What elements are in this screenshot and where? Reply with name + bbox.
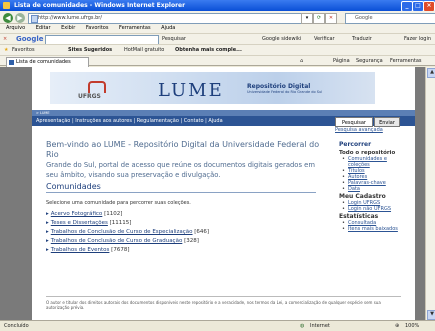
tools-menu[interactable]: Ferramentas: [390, 56, 422, 67]
site-header: UFRGS LUME Repositório Digital Universid…: [32, 67, 415, 110]
sidebar-item-data[interactable]: Data: [339, 186, 409, 192]
community-link[interactable]: Trabalhos de Conclusão de Curso de Gradu…: [51, 238, 183, 244]
zoom-icon[interactable]: ⊕: [395, 321, 399, 331]
globe-icon: ◍: [300, 323, 305, 329]
bullet-icon: ▸: [46, 211, 49, 217]
community-count: [1102]: [104, 211, 123, 217]
site-nav-bar: Apresentação | Instruções aos autores | …: [32, 116, 415, 127]
bullet-icon: ▸: [46, 238, 49, 244]
address-text: http://www.lume.ufrgs.br/: [38, 15, 102, 21]
scroll-up-icon[interactable]: ▲: [427, 68, 435, 78]
menu-ajuda[interactable]: Ajuda: [161, 25, 175, 31]
bullet-icon: ▸: [46, 229, 49, 235]
footer-text: O autor e titular dos direitos autorais …: [46, 300, 381, 310]
menu-ferramentas[interactable]: Ferramentas: [119, 25, 151, 31]
list-item: ▸ Teses e Dissertações [11115]: [46, 219, 316, 228]
community-link[interactable]: Trabalhos de Conclusão de Curso de Espec…: [51, 229, 193, 235]
community-count: [646]: [194, 229, 210, 235]
window-title-bar: Lista de comunidades - Windows Internet …: [0, 0, 435, 12]
window-title: Lista de comunidades - Windows Internet …: [14, 2, 186, 9]
ie-icon: [3, 2, 10, 9]
communities-divider: [46, 192, 316, 193]
list-item: ▸ Trabalhos de Conclusão de Curso de Grad…: [46, 237, 316, 246]
menu-arquivo[interactable]: Arquivo: [6, 25, 25, 31]
tab-page-icon: [9, 60, 14, 65]
lume-logo[interactable]: LUME: [158, 80, 224, 101]
advanced-search-link[interactable]: Pesquisa avançada: [335, 127, 383, 133]
sidebar-item-comunidades[interactable]: Comunidades e coleções: [339, 156, 409, 168]
favorites-bar: ★ Favoritos Sites Sugeridos HotMail grat…: [0, 44, 435, 55]
status-text: Concluído: [4, 323, 29, 329]
community-count: [11115]: [109, 220, 132, 226]
status-bar: Concluído ◍ Internet ⊕ 100%: [0, 320, 435, 331]
forward-button[interactable]: ▶: [15, 13, 25, 23]
welcome-text: Bem-vindo ao LUME - Repositório Digital …: [46, 140, 321, 180]
page-menu[interactable]: Página: [333, 56, 350, 67]
home-icon[interactable]: ⌂: [300, 56, 303, 67]
sidebar-estatisticas: Estatísticas: [339, 213, 379, 220]
search-box-value: Google: [355, 15, 373, 21]
menu-bar: Arquivo Editar Exibir Favoritos Ferramen…: [0, 24, 435, 33]
site-nav-links[interactable]: Apresentação | Instruções aos autores | …: [36, 116, 223, 126]
welcome-line-2: Grande do Sul, portal de acesso que reún…: [46, 161, 315, 179]
menu-exibir[interactable]: Exibir: [61, 25, 75, 31]
community-count: [328]: [184, 238, 199, 244]
sidebar-percorrer: Percorrer: [339, 141, 372, 148]
browser-search-box[interactable]: Google: [345, 13, 435, 24]
address-row: ◀ ▶ http://www.lume.ufrgs.br/ ▾ ⟳ ✕ Goog…: [0, 11, 435, 24]
communities-title: Comunidades: [46, 182, 101, 191]
bullet-icon: ▸: [46, 220, 49, 226]
community-link[interactable]: Acervo Fotográfico: [51, 211, 103, 217]
list-item: ▸ Trabalhos de Conclusão de Curso de Espe…: [46, 228, 316, 237]
stop-icon[interactable]: ✕: [325, 13, 337, 24]
security-menu[interactable]: Segurança: [356, 56, 383, 67]
refresh-icon[interactable]: ⟳: [313, 13, 325, 24]
google-toolbar: × Google Pesquisar Google sidewiki Verif…: [0, 33, 435, 46]
scroll-down-icon[interactable]: ▼: [427, 310, 435, 320]
menu-editar[interactable]: Editar: [36, 25, 51, 31]
page-icon: [31, 15, 38, 23]
dropdown-arrow-button[interactable]: ▾: [301, 13, 313, 24]
repo-title: Repositório Digital: [247, 83, 311, 90]
community-count: [7678]: [111, 247, 130, 253]
vertical-scrollbar[interactable]: ▲ ▼: [425, 67, 435, 320]
ufrgs-logo-text[interactable]: UFRGS: [78, 93, 101, 100]
sidebar-item-login-nao-ufrgs[interactable]: Login não UFRGS: [339, 206, 409, 212]
sidebar-item-mais-baixados[interactable]: Itens mais baixados: [339, 226, 409, 232]
web-page: UFRGS LUME Repositório Digital Universid…: [32, 67, 415, 320]
welcome-line-1: Bem-vindo ao LUME - Repositório Digital …: [46, 140, 320, 159]
tab-row: Lista de comunidades ⌂ Página Segurança …: [0, 55, 435, 68]
menu-favoritos[interactable]: Favoritos: [86, 25, 109, 31]
repo-subtitle: Universidade Federal do Rio Grande do Su…: [247, 90, 323, 94]
back-button[interactable]: ◀: [3, 13, 13, 23]
communities-intro: Selecione uma comunidade para percorrer …: [46, 200, 191, 206]
community-link[interactable]: Teses e Dissertações: [51, 220, 108, 226]
tab-title: Lista de comunidades: [16, 59, 71, 65]
breadcrumb[interactable]: > LUME: [36, 111, 50, 115]
footer-divider: [46, 296, 401, 297]
communities-list: ▸ Acervo Fotográfico [1102] ▸ Teses e Diss…: [46, 210, 316, 255]
sidebar: Percorrer Todo o repositório Comunidades…: [339, 138, 409, 232]
ufrgs-logo-mark: [88, 81, 106, 93]
zone-text: Internet: [310, 323, 330, 329]
zoom-text[interactable]: 100%: [405, 321, 419, 331]
list-item: ▸ Trabalhos de Eventos [7678]: [46, 246, 316, 255]
community-link[interactable]: Trabalhos de Eventos: [51, 247, 110, 253]
list-item: ▸ Acervo Fotográfico [1102]: [46, 210, 316, 219]
pesquisar-button[interactable]: Pesquisar: [335, 117, 373, 127]
bullet-icon: ▸: [46, 247, 49, 253]
enviar-button[interactable]: Enviar: [374, 117, 400, 127]
address-input[interactable]: http://www.lume.ufrgs.br/: [28, 13, 309, 24]
sidebar-cadastro: Meu Cadastro: [339, 193, 386, 200]
